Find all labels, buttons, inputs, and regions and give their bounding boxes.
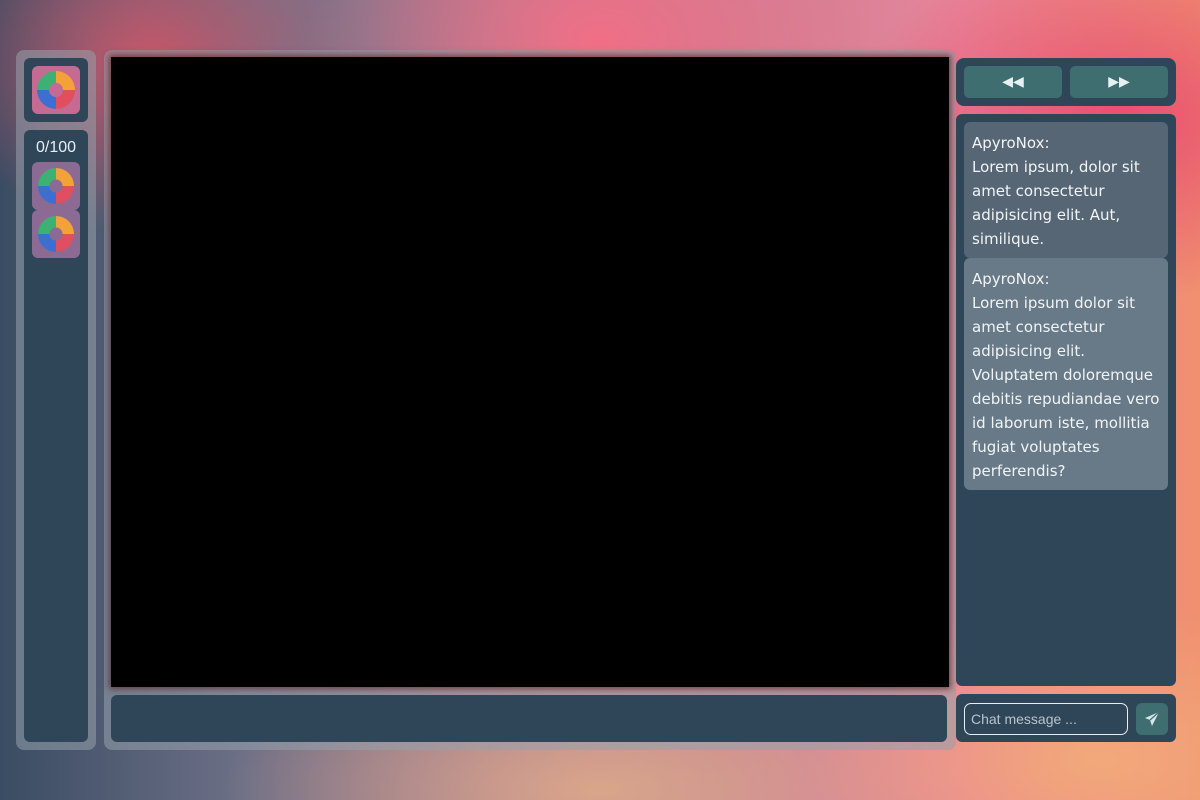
message-author: ApyroNox: (972, 270, 1050, 288)
player-status-bar (111, 695, 947, 742)
chat-message-input[interactable] (964, 703, 1128, 735)
pinwheel-logo-icon (37, 71, 75, 109)
chat-message: ApyroNox: Lorem ipsum dolor sit amet con… (964, 258, 1168, 490)
app-logo[interactable] (32, 66, 80, 114)
pinwheel-logo-icon (38, 216, 74, 252)
previous-button[interactable]: ◀◀ (964, 66, 1062, 98)
message-author: ApyroNox: (972, 134, 1050, 152)
fast-forward-icon: ▶▶ (1108, 74, 1130, 90)
room-item[interactable] (32, 210, 80, 258)
pinwheel-logo-icon (38, 168, 74, 204)
send-button[interactable] (1136, 703, 1168, 735)
video-player[interactable] (111, 57, 949, 687)
rewind-icon: ◀◀ (1002, 74, 1024, 90)
chat-message: ApyroNox: Lorem ipsum, dolor sit amet co… (964, 122, 1168, 258)
room-item[interactable] (32, 162, 80, 210)
paper-plane-icon (1145, 711, 1160, 726)
next-button[interactable]: ▶▶ (1070, 66, 1168, 98)
user-count: 0/100 (35, 139, 77, 156)
message-text: Lorem ipsum dolor sit amet consectetur a… (972, 294, 1160, 480)
message-text: Lorem ipsum, dolor sit amet consectetur … (972, 158, 1140, 248)
